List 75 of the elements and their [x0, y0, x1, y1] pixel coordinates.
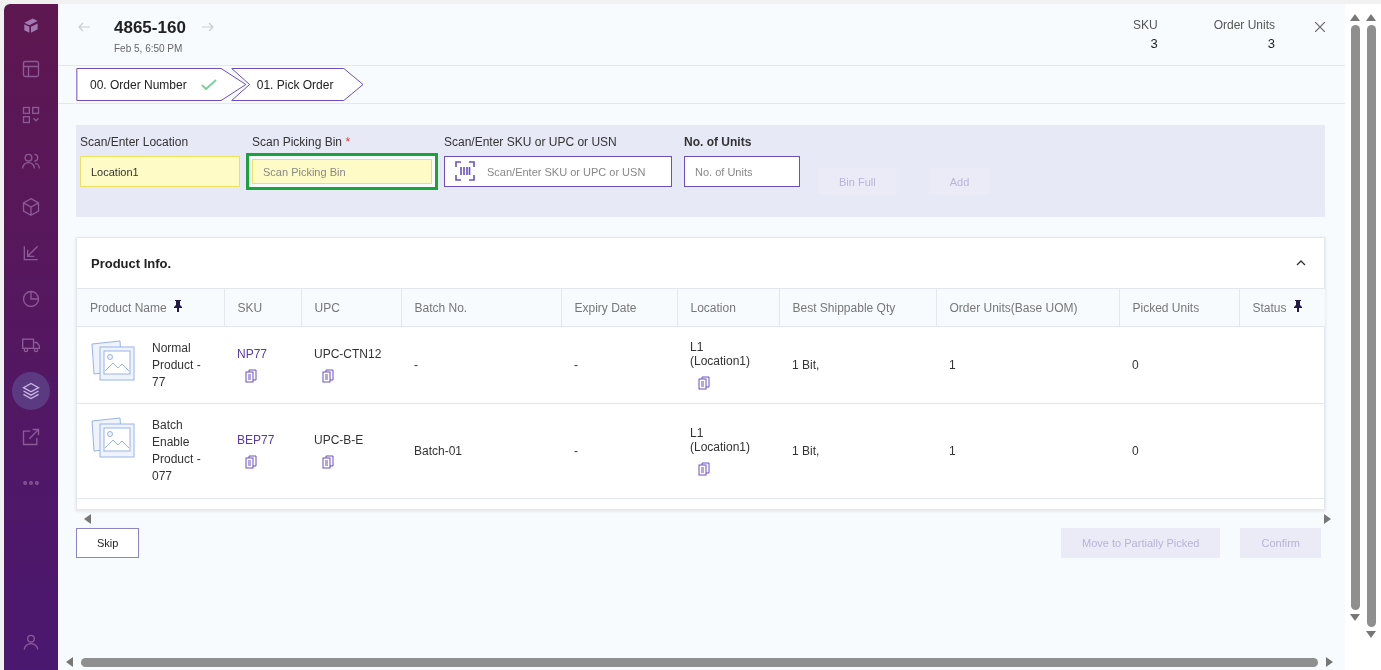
sku-link[interactable]: NP77: [237, 347, 268, 361]
order-date: Feb 5, 6:50 PM: [114, 43, 184, 54]
step-tab[interactable]: 01. Pick Order: [230, 68, 364, 101]
vertical-scrollbar[interactable]: [1350, 25, 1360, 610]
close-icon[interactable]: [1315, 22, 1325, 32]
table-cell: UPC-CTN12: [314, 347, 382, 361]
vertical-scrollbar[interactable]: [1366, 25, 1376, 627]
external-link-icon[interactable]: [21, 427, 41, 447]
table-cell: -: [401, 326, 561, 404]
sidebar-item[interactable]: [12, 372, 50, 410]
stat-value: 3: [1266, 36, 1275, 51]
layout-icon[interactable]: [21, 59, 41, 79]
barcode-scan-icon[interactable]: [455, 161, 475, 181]
scroll-right-icon[interactable]: [1326, 657, 1333, 667]
column-header: Picked Units: [1119, 289, 1239, 327]
table-cell-text: L1 (Location1): [690, 426, 752, 454]
table-cell: Batch-01: [401, 403, 561, 499]
scroll-left-icon[interactable]: [66, 657, 73, 667]
product-name: Normal Product - 77: [152, 339, 202, 391]
collapse-chevron-icon[interactable]: [1296, 260, 1306, 266]
pin-icon[interactable]: [172, 300, 183, 312]
column-header: Expiry Date: [561, 289, 677, 327]
image-placeholder-icon: [90, 417, 136, 459]
input-field[interactable]: No. of Units: [684, 156, 800, 187]
field-label: Scan/Enter Location: [80, 135, 190, 149]
copy-icon[interactable]: [245, 455, 257, 469]
sku-link[interactable]: BEP77: [237, 433, 275, 447]
column-header: Best Shippable Qty: [779, 289, 936, 327]
copy-icon[interactable]: [698, 462, 710, 476]
table-cell-text: L1 (Location1): [690, 340, 752, 368]
import-icon[interactable]: [21, 243, 41, 263]
user-icon[interactable]: [21, 632, 41, 652]
input-field[interactable]: Scan Picking Bin: [246, 153, 438, 190]
stat-label: SKU: [1132, 18, 1158, 32]
product-name: Batch Enable Product - 077: [152, 417, 202, 485]
check-icon: [200, 78, 217, 91]
column-header: SKU: [224, 289, 301, 327]
order-number: 4865-160: [114, 18, 186, 38]
column-header: UPC: [301, 289, 401, 327]
table-cell: 0: [1119, 326, 1239, 404]
image-placeholder-icon: [90, 339, 136, 382]
column-header: Status: [1239, 289, 1325, 327]
pin-icon[interactable]: [1292, 300, 1303, 312]
copy-icon[interactable]: [245, 369, 257, 383]
copy-icon[interactable]: [322, 455, 334, 469]
copy-icon[interactable]: [698, 376, 710, 390]
field-label: Scan/Enter SKU or UPC or USN: [444, 135, 618, 149]
table-cell: 1: [936, 403, 1119, 499]
table-cell: -: [561, 403, 677, 499]
table-cell: 0: [1119, 403, 1239, 499]
copy-icon[interactable]: [322, 369, 334, 383]
table-cell: -: [561, 326, 677, 404]
field-label: No. of Units: [684, 135, 753, 149]
table-cell: UPC-B-E: [314, 433, 364, 447]
users-icon[interactable]: [21, 151, 41, 171]
field-label: Scan Picking Bin *: [252, 135, 352, 149]
column-header: Location: [677, 289, 779, 327]
column-header: Order Units(Base UOM): [936, 289, 1119, 327]
layers-icon[interactable]: [21, 381, 41, 401]
footer-button[interactable]: Skip: [76, 528, 140, 558]
input-field[interactable]: Location1: [80, 156, 240, 187]
step-tab[interactable]: 00. Order Number: [76, 68, 247, 101]
grid-icon[interactable]: [21, 105, 41, 125]
stat-label: Order Units: [1213, 18, 1275, 32]
card-title: Product Info.: [91, 255, 172, 271]
input-field[interactable]: Scan/Enter SKU or UPC or USN: [444, 156, 672, 187]
horizontal-scrollbar[interactable]: [81, 657, 1318, 667]
pie-chart-icon[interactable]: [21, 289, 41, 309]
table-cell: 1: [936, 326, 1119, 404]
table-cell: 1 Bit,: [779, 403, 936, 499]
table-cell: 1 Bit,: [779, 326, 936, 404]
box-icon[interactable]: [21, 197, 41, 217]
column-header: Product Name: [77, 289, 224, 327]
column-header: Batch No.: [401, 289, 561, 327]
stat-value: 3: [1149, 36, 1158, 51]
